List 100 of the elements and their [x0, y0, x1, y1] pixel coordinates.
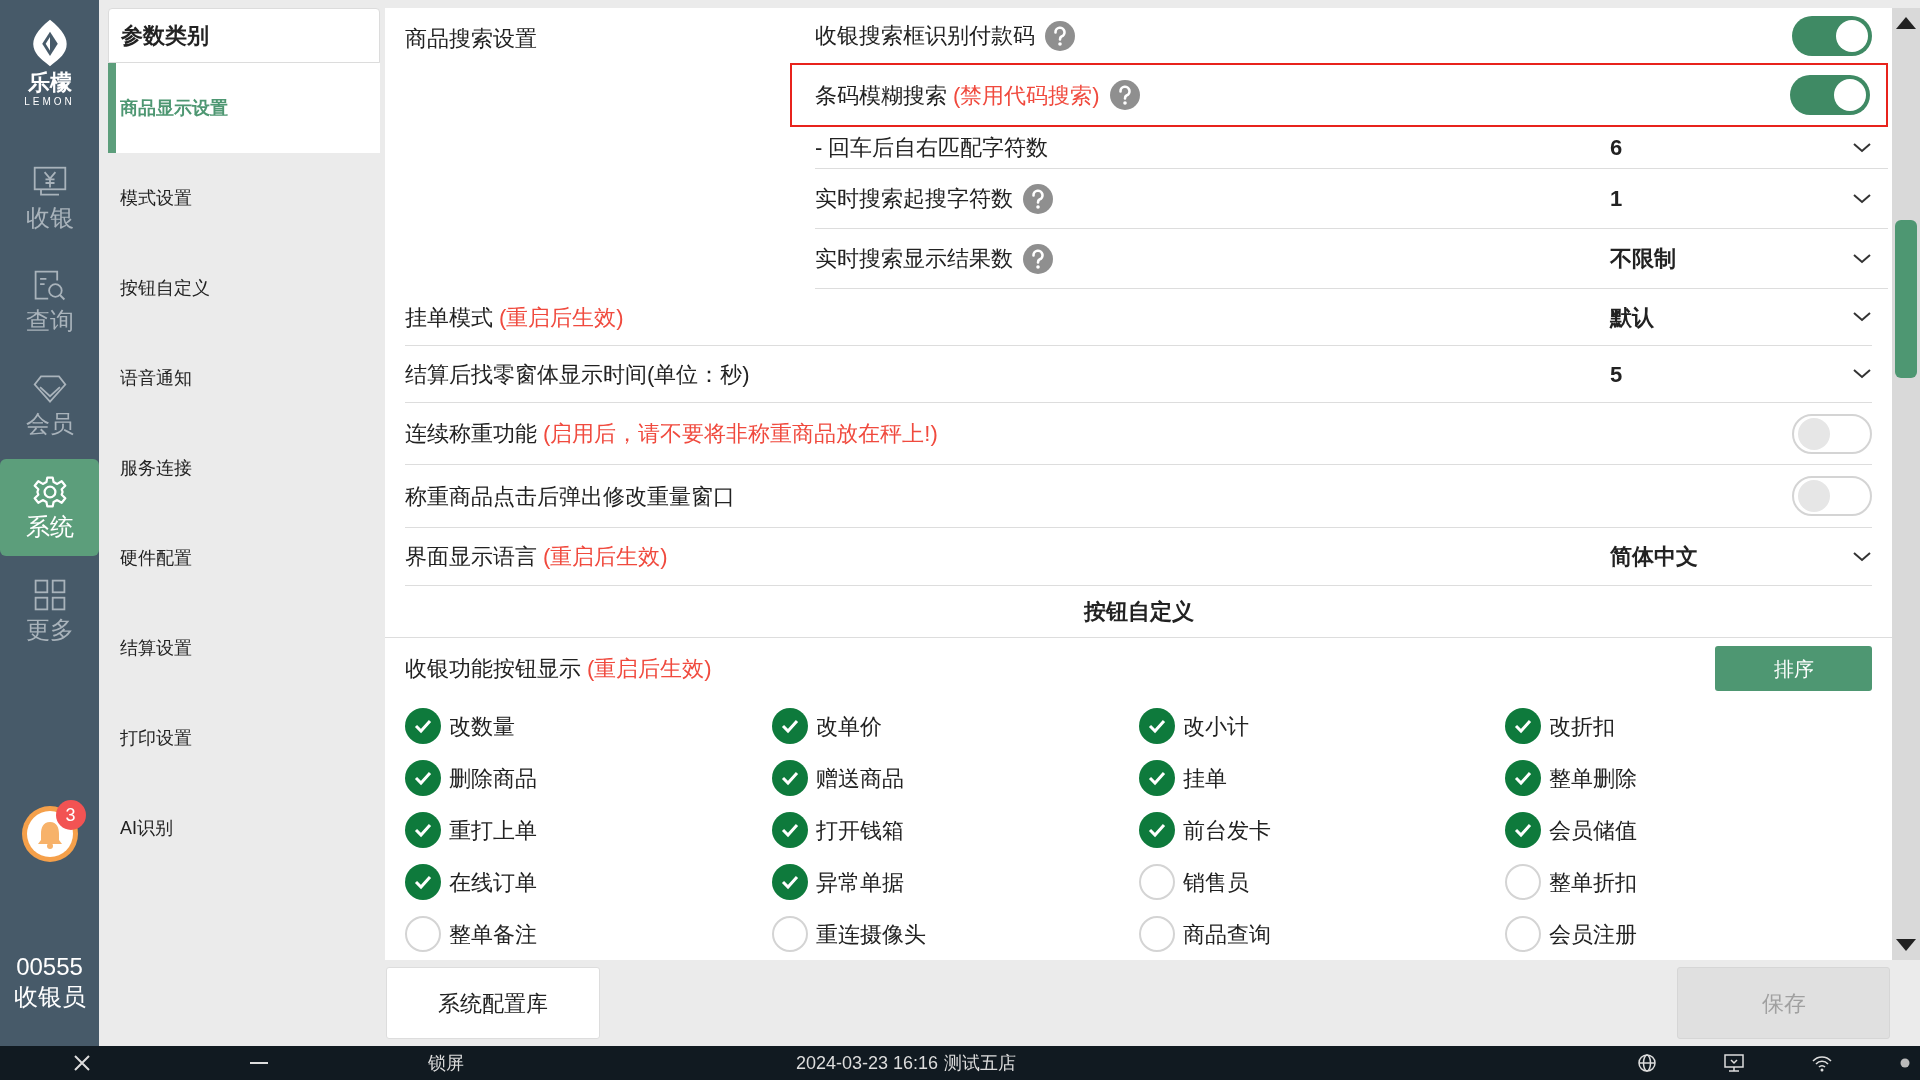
- category-item[interactable]: 按钮自定义: [108, 243, 380, 333]
- checkbox-label: 改小计: [1182, 712, 1249, 741]
- checkbox[interactable]: [1138, 812, 1175, 848]
- status-dot-icon: [1900, 1058, 1910, 1068]
- chevron-down-icon: [1852, 141, 1872, 154]
- checkbox-label: 赠送商品: [815, 764, 904, 793]
- logo-subtext: LEMON: [24, 96, 75, 108]
- toggle-switch[interactable]: [1792, 15, 1872, 56]
- setting-note: (重启后生效): [499, 303, 624, 332]
- toggle-switch[interactable]: [1790, 75, 1870, 115]
- checkbox-label: 打开钱箱: [815, 816, 904, 845]
- checkbox[interactable]: [1505, 812, 1542, 848]
- checkbox[interactable]: [405, 812, 441, 848]
- lock-screen-button[interactable]: 锁屏: [428, 1049, 464, 1077]
- user-id: 00555: [16, 952, 83, 982]
- help-icon[interactable]: [1045, 20, 1075, 51]
- chevron-down-icon: [1852, 368, 1872, 380]
- help-icon[interactable]: [1023, 183, 1053, 214]
- category-item[interactable]: 打印设置: [108, 693, 380, 783]
- checkbox-label: 销售员: [1182, 868, 1249, 897]
- checkbox-label: 在线订单: [449, 868, 537, 897]
- sort-button[interactable]: 排序: [1715, 646, 1872, 692]
- checkbox[interactable]: [405, 916, 441, 952]
- config-library-button[interactable]: 系统配置库: [386, 967, 600, 1039]
- wifi-icon[interactable]: [1812, 1054, 1832, 1072]
- scroll-thumb[interactable]: [1895, 220, 1917, 378]
- toggle-switch[interactable]: [1792, 413, 1872, 454]
- checkbox[interactable]: [405, 708, 441, 744]
- panel-title: 参数类别: [108, 8, 380, 63]
- checkbox[interactable]: [405, 864, 441, 900]
- checkbox-label: 改单价: [815, 712, 882, 741]
- close-icon[interactable]: [73, 1054, 91, 1072]
- checkbox-label: 删除商品: [449, 764, 537, 793]
- chevron-down-icon: [1852, 311, 1872, 323]
- checkbox-label: 重打上单: [449, 816, 537, 845]
- settings-icon: [31, 473, 68, 510]
- chevron-down-icon: [1852, 192, 1872, 205]
- help-icon[interactable]: [1023, 243, 1053, 274]
- setting-label: 实时搜索起搜字符数: [815, 185, 1013, 213]
- checkbox-label: 整单删除: [1549, 764, 1638, 793]
- checkbox-label: 前台发卡: [1182, 816, 1271, 845]
- checkbox[interactable]: [1138, 864, 1175, 900]
- category-item[interactable]: 硬件配置: [108, 513, 380, 603]
- globe-icon[interactable]: [1638, 1054, 1656, 1072]
- category-item[interactable]: 结算设置: [108, 603, 380, 693]
- value-dropdown[interactable]: 默认: [1610, 300, 1872, 334]
- setting-label: 结算后找零窗体显示时间(单位：秒): [405, 360, 750, 389]
- category-item[interactable]: 语音通知: [108, 333, 380, 423]
- checkbox-label: 异常单据: [815, 868, 904, 897]
- checkbox-label: 改折扣: [1549, 712, 1616, 741]
- checkbox[interactable]: [771, 812, 808, 848]
- value-dropdown[interactable]: 不限制: [1610, 242, 1872, 275]
- checkbox[interactable]: [771, 760, 808, 796]
- value-dropdown[interactable]: 简体中文: [1610, 540, 1872, 573]
- checkbox-label: 挂单: [1182, 764, 1227, 793]
- checkbox-label: 整单备注: [449, 920, 537, 949]
- category-item[interactable]: 模式设置: [108, 153, 380, 243]
- category-item[interactable]: AI识别: [108, 783, 380, 873]
- help-icon[interactable]: [1109, 80, 1140, 110]
- value-dropdown[interactable]: 5: [1610, 357, 1872, 391]
- setting-label: 界面显示语言: [405, 543, 537, 571]
- store-name: 测试五店: [944, 1051, 1017, 1075]
- section-title: 按钮自定义: [385, 586, 1892, 638]
- date-time: 2024-03-23 16:16: [796, 1051, 939, 1075]
- checkbox-label: 改数量: [449, 712, 515, 741]
- checkbox[interactable]: [1138, 760, 1175, 796]
- setting-label: - 回车后自右匹配字符数: [815, 134, 1049, 162]
- value-dropdown[interactable]: 1: [1610, 182, 1872, 215]
- setting-note: (重启后生效): [587, 655, 712, 684]
- setting-label: 挂单模式: [405, 303, 493, 332]
- group-label: 商品搜索设置: [404, 25, 538, 53]
- value-dropdown[interactable]: 6: [1610, 131, 1872, 164]
- checkbox[interactable]: [1138, 916, 1175, 952]
- scrollbar[interactable]: [1892, 8, 1920, 960]
- checkbox[interactable]: [1505, 864, 1542, 900]
- toggle-switch[interactable]: [1792, 476, 1872, 516]
- setting-label: 称重商品点击后弹出修改重量窗口: [405, 482, 735, 511]
- monitor-icon[interactable]: [1724, 1054, 1744, 1072]
- checkbox[interactable]: [771, 708, 808, 744]
- category-item[interactable]: 商品显示设置: [108, 63, 380, 153]
- category-item[interactable]: 服务连接: [108, 423, 380, 513]
- notification-badge: 3: [55, 800, 86, 830]
- checkbox[interactable]: [1505, 708, 1542, 744]
- checkbox[interactable]: [1505, 916, 1542, 952]
- scroll-up-icon[interactable]: [1895, 16, 1917, 30]
- checkbox[interactable]: [405, 760, 441, 796]
- setting-label: 实时搜索显示结果数: [815, 245, 1013, 273]
- checkbox[interactable]: [1505, 760, 1542, 796]
- setting-label: 收银功能按钮显示: [405, 655, 581, 684]
- checkbox[interactable]: [771, 864, 808, 900]
- checkbox[interactable]: [1138, 708, 1175, 744]
- checkbox-label: 会员注册: [1549, 920, 1638, 949]
- checkbox[interactable]: [771, 916, 808, 952]
- chevron-down-icon: [1852, 252, 1872, 265]
- checkbox-label: 会员储值: [1549, 816, 1638, 845]
- setting-note: (启用后，请不要将非称重商品放在秤上!): [543, 420, 938, 448]
- scroll-down-icon[interactable]: [1895, 938, 1917, 952]
- setting-note: (重启后生效): [543, 543, 668, 571]
- checkbox-label: 整单折扣: [1549, 868, 1638, 897]
- logo-text: 乐檬: [27, 70, 72, 96]
